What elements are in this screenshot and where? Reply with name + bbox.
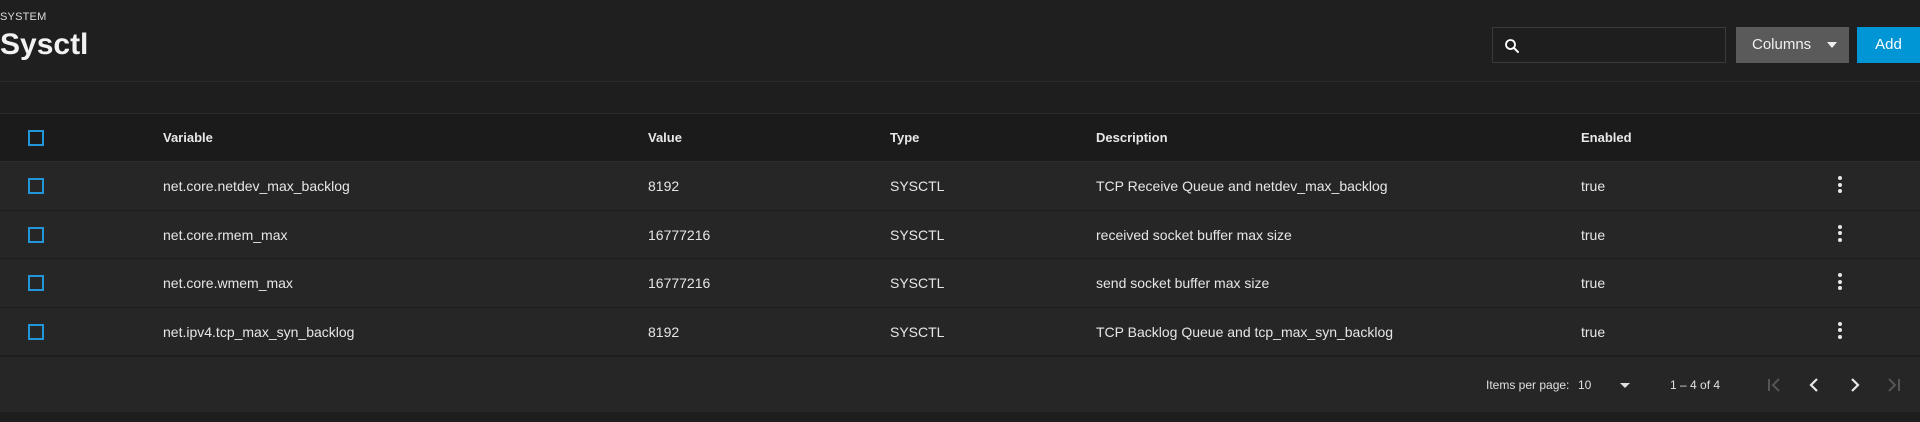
search-input[interactable] bbox=[1492, 27, 1726, 63]
chevron-right-icon bbox=[1851, 378, 1860, 392]
cell-description: TCP Receive Queue and netdev_max_backlog bbox=[1096, 178, 1388, 194]
table-row[interactable]: net.ipv4.tcp_max_syn_backlog 8192 SYSCTL… bbox=[0, 307, 1920, 356]
table-toolbar-band bbox=[0, 81, 1920, 114]
cell-description: received socket buffer max size bbox=[1096, 226, 1292, 243]
cell-enabled: true bbox=[1581, 323, 1606, 340]
row-checkbox[interactable] bbox=[28, 323, 44, 340]
table-row[interactable]: net.core.netdev_max_backlog 8192 SYSCTL … bbox=[0, 162, 1920, 211]
next-page-button[interactable] bbox=[1841, 371, 1869, 399]
cell-enabled: true bbox=[1581, 226, 1606, 243]
column-header-value[interactable]: Value bbox=[648, 130, 682, 145]
select-all-checkbox[interactable] bbox=[28, 130, 44, 146]
cell-variable: net.core.rmem_max bbox=[163, 226, 288, 243]
cell-variable: net.core.wmem_max bbox=[163, 275, 293, 291]
cell-enabled: true bbox=[1581, 178, 1606, 194]
more-vert-icon[interactable] bbox=[1835, 176, 1845, 196]
more-vert-icon[interactable] bbox=[1835, 321, 1845, 342]
search-icon bbox=[1505, 39, 1519, 53]
chevron-left-icon bbox=[1809, 378, 1818, 392]
caret-down-icon bbox=[1827, 42, 1837, 48]
page-range-label: 1 – 4 of 4 bbox=[1670, 378, 1721, 392]
table-row[interactable]: net.core.rmem_max 16777216 SYSCTL receiv… bbox=[0, 210, 1920, 259]
more-vert-icon[interactable] bbox=[1835, 224, 1845, 245]
first-page-icon bbox=[1768, 378, 1780, 392]
cell-value: 16777216 bbox=[648, 226, 711, 243]
last-page-button[interactable] bbox=[1880, 371, 1908, 399]
columns-button[interactable]: Columns bbox=[1736, 27, 1849, 63]
previous-page-button[interactable] bbox=[1800, 371, 1828, 399]
table-row[interactable]: net.core.wmem_max 16777216 SYSCTL send s… bbox=[0, 259, 1920, 308]
cell-type: SYSCTL bbox=[890, 275, 945, 291]
row-checkbox[interactable] bbox=[28, 178, 44, 194]
caret-down-icon bbox=[1620, 383, 1630, 388]
cell-value: 16777216 bbox=[648, 275, 711, 291]
cell-value: 8192 bbox=[648, 178, 680, 194]
cell-enabled: true bbox=[1581, 275, 1606, 291]
last-page-icon bbox=[1888, 378, 1900, 392]
cell-value: 8192 bbox=[648, 323, 680, 340]
cell-description: send socket buffer max size bbox=[1096, 275, 1270, 291]
more-vert-icon[interactable] bbox=[1835, 273, 1845, 293]
column-header-description[interactable]: Description bbox=[1096, 130, 1168, 145]
cell-variable: net.ipv4.tcp_max_syn_backlog bbox=[163, 323, 355, 340]
page-title: Sysctl bbox=[0, 28, 89, 61]
column-header-enabled[interactable]: Enabled bbox=[1581, 130, 1632, 145]
columns-button-label: Columns bbox=[1752, 36, 1812, 53]
row-checkbox[interactable] bbox=[28, 275, 44, 291]
sysctl-table: Variable Value Type Description Enabled … bbox=[0, 114, 1920, 356]
items-per-page-label: Items per page: bbox=[1486, 378, 1570, 392]
add-button[interactable]: Add bbox=[1857, 27, 1920, 63]
items-per-page-select[interactable]: 10 bbox=[1578, 371, 1636, 399]
column-header-type[interactable]: Type bbox=[890, 130, 919, 145]
cell-type: SYSCTL bbox=[890, 323, 945, 340]
page-header: SYSTEM Sysctl Columns Add bbox=[0, 0, 1920, 81]
row-checkbox[interactable] bbox=[28, 226, 44, 243]
column-header-variable[interactable]: Variable bbox=[163, 130, 213, 145]
breadcrumb[interactable]: SYSTEM bbox=[0, 11, 46, 23]
bottom-strip bbox=[0, 412, 1920, 422]
items-per-page-value: 10 bbox=[1578, 378, 1592, 392]
table-header-row: Variable Value Type Description Enabled bbox=[0, 114, 1920, 162]
first-page-button[interactable] bbox=[1760, 371, 1788, 399]
cell-variable: net.core.netdev_max_backlog bbox=[163, 178, 350, 194]
cell-type: SYSCTL bbox=[890, 226, 945, 243]
table-paginator: Items per page: 10 1 – 4 of 4 bbox=[0, 356, 1920, 412]
cell-description: TCP Backlog Queue and tcp_max_syn_backlo… bbox=[1096, 323, 1394, 340]
cell-type: SYSCTL bbox=[890, 178, 945, 194]
